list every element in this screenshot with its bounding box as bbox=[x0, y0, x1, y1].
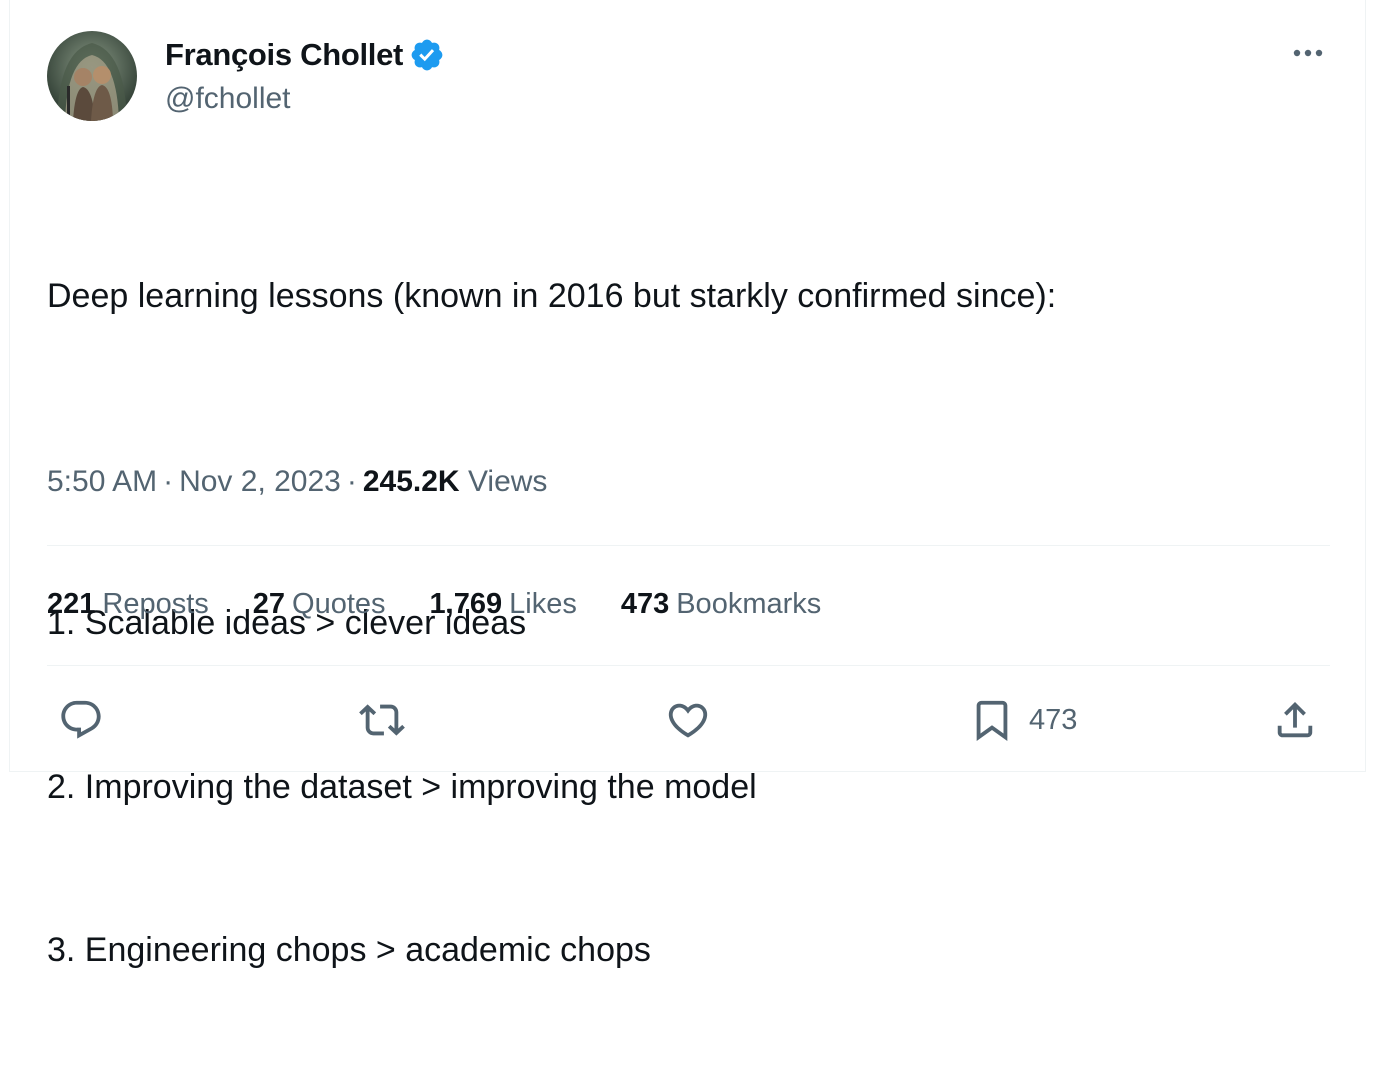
more-dots-icon bbox=[1293, 49, 1323, 57]
tweet-time[interactable]: 5:50 AM bbox=[47, 465, 157, 498]
reply-button[interactable] bbox=[58, 698, 104, 742]
likes-label: Likes bbox=[509, 588, 577, 620]
avatar[interactable] bbox=[47, 31, 137, 121]
repost-icon bbox=[359, 704, 405, 736]
display-name[interactable]: François Chollet bbox=[165, 37, 403, 73]
likes-stat[interactable]: 1,769 Likes bbox=[430, 588, 577, 621]
likes-count: 1,769 bbox=[429, 588, 503, 620]
engagement-stats: 221 Reposts 27 Quotes 1,769 Likes 473 Bookma… bbox=[47, 588, 865, 621]
share-icon bbox=[1277, 701, 1313, 738]
heart-icon bbox=[668, 703, 708, 738]
bookmarks-count: 473 bbox=[620, 588, 670, 620]
avatar-image bbox=[47, 31, 137, 121]
tweet-text: Deep learning lessons (known in 2016 but… bbox=[47, 160, 1056, 1087]
quotes-stat[interactable]: 27 Quotes bbox=[253, 588, 386, 621]
more-options-button[interactable] bbox=[1288, 38, 1328, 68]
tweet-line: Deep learning lessons (known in 2016 but… bbox=[47, 277, 1057, 315]
verified-badge-icon[interactable] bbox=[409, 37, 445, 73]
meta-separator: · bbox=[346, 465, 357, 498]
like-button[interactable] bbox=[665, 698, 711, 742]
bookmarks-label: Bookmarks bbox=[676, 588, 822, 620]
divider bbox=[47, 665, 1330, 666]
bookmark-button[interactable]: 473 bbox=[969, 698, 1077, 742]
quotes-label: Quotes bbox=[292, 588, 386, 620]
tweet-date[interactable]: Nov 2, 2023 bbox=[179, 465, 341, 498]
tweet-meta: 5:50 AM · Nov 2, 2023 · 245.2K Views bbox=[47, 465, 547, 499]
reply-icon bbox=[61, 700, 101, 739]
repost-button[interactable] bbox=[359, 698, 405, 742]
tweet-line: 3. Engineering chops > academic chops bbox=[47, 931, 651, 969]
bookmarks-stat[interactable]: 473 Bookmarks bbox=[621, 588, 821, 621]
reposts-count: 221 bbox=[47, 588, 96, 620]
share-button[interactable] bbox=[1272, 698, 1318, 742]
reposts-label: Reposts bbox=[102, 588, 209, 620]
meta-separator: · bbox=[163, 465, 174, 498]
author-name-row[interactable]: François Chollet bbox=[165, 35, 445, 75]
tweet-card: François Chollet @fchollet Deep learning… bbox=[9, 0, 1366, 969]
bookmark-action-count: 473 bbox=[1029, 703, 1078, 736]
views-label: Views bbox=[467, 465, 548, 498]
tweet-line: 2. Improving the dataset > improving the… bbox=[47, 767, 757, 806]
views-count: 245.2K bbox=[362, 465, 460, 498]
divider bbox=[47, 545, 1330, 546]
quotes-count: 27 bbox=[252, 588, 286, 620]
reposts-stat[interactable]: 221 Reposts bbox=[47, 588, 209, 621]
author-handle[interactable]: @fchollet bbox=[165, 82, 291, 116]
bookmark-icon bbox=[976, 700, 1008, 741]
